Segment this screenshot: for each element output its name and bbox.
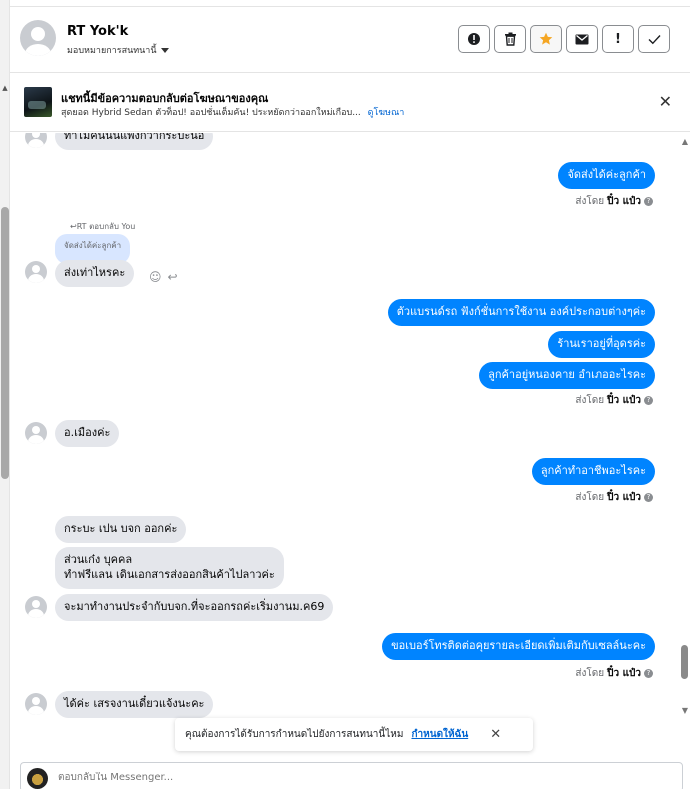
star-button[interactable] bbox=[530, 25, 562, 53]
reply-composer bbox=[20, 762, 683, 789]
avatar bbox=[25, 422, 47, 444]
message-outgoing[interactable]: จัดส่งได้ค่ะลูกค้า bbox=[558, 162, 655, 189]
message-incoming[interactable]: อ.เมืองค่ะ bbox=[55, 420, 120, 447]
message-outgoing[interactable]: ขอเบอร์โทรติดต่อคุยรายละเอียดเพิ่มเติมกั… bbox=[382, 633, 655, 660]
star-icon bbox=[539, 32, 553, 45]
message-actions: ☺ ↩ bbox=[149, 270, 178, 284]
mark-spam-button[interactable] bbox=[458, 25, 490, 53]
mark-done-button[interactable] bbox=[638, 25, 670, 53]
message-incoming[interactable]: จะมาทำงานประจำกับบจก.ที่จะออกรถค่ะเริ่มง… bbox=[55, 594, 334, 621]
message-line: ส่วนเก๋ง บุคคล bbox=[64, 553, 133, 566]
ad-description: สุดยอด Hybrid Sedan ตัวท็อป! ออปชั่นเต็ม… bbox=[61, 108, 361, 118]
sent-by-label: ส่งโดย ปิ๋ว แป๋ว? bbox=[575, 666, 653, 681]
assign-notice: คุณต้องการได้รับการกำหนดไปยังการสนทนานี้… bbox=[175, 718, 533, 751]
contact-name[interactable]: RT Yok'k bbox=[67, 24, 128, 39]
message-outgoing[interactable]: ตัวแบรนด์รถ ฟังก์ชั่นการใช้งาน องค์ประกอ… bbox=[387, 299, 655, 326]
reply-arrow-icon: ↩ bbox=[70, 222, 77, 231]
close-icon[interactable]: ✕ bbox=[659, 92, 672, 111]
ad-reply-banner: แชทนี้มีข้อความตอบกลับต่อโฆษณาของคุณ สุด… bbox=[10, 74, 690, 132]
avatar bbox=[25, 261, 47, 283]
message-incoming[interactable]: ส่วนเก๋ง บุคคล ทำฟรีแลน เดินเอกสารส่งออก… bbox=[55, 547, 284, 589]
contact-avatar[interactable] bbox=[20, 20, 56, 56]
important-button[interactable]: ! bbox=[602, 25, 634, 53]
page-scrollbar-thumb[interactable] bbox=[1, 207, 9, 479]
reply-icon[interactable]: ↩ bbox=[168, 270, 178, 284]
sent-by-label: ส่งโดย ปิ๋ว แป๋ว? bbox=[575, 490, 653, 505]
header-actions: ! bbox=[458, 25, 670, 53]
smiley-icon[interactable]: ☺ bbox=[149, 270, 162, 284]
ad-thumbnail[interactable] bbox=[24, 87, 52, 117]
message-incoming[interactable]: ได้ค่ะ เสรจงานเดี๋ยวแจ้งนะคะ bbox=[55, 691, 214, 718]
mark-unread-button[interactable] bbox=[566, 25, 598, 53]
exclamation-icon: ! bbox=[615, 31, 621, 47]
avatar bbox=[25, 596, 47, 618]
chat-scroll-down-arrow[interactable]: ▼ bbox=[680, 706, 690, 715]
chat-scroll-up-arrow[interactable]: ▲ bbox=[680, 137, 690, 146]
chevron-down-icon bbox=[160, 47, 169, 53]
chat-scrollbar[interactable] bbox=[680, 133, 690, 720]
page-avatar bbox=[27, 768, 48, 789]
view-ad-link[interactable]: ดูโฆษณา bbox=[368, 108, 405, 118]
message-thread: ทำไมคันนนแพงกวากระบะนอ จัดส่งได้ค่ะลูกค้… bbox=[10, 133, 680, 720]
avatar bbox=[25, 693, 47, 715]
close-icon[interactable]: ✕ bbox=[490, 727, 501, 742]
alert-icon bbox=[468, 33, 480, 45]
message-outgoing[interactable]: ร้านเราอยู่ที่อุดรค่ะ bbox=[548, 331, 655, 358]
ad-banner-text: สุดยอด Hybrid Sedan ตัวท็อป! ออปชั่นเต็ม… bbox=[61, 105, 404, 119]
message-incoming[interactable]: กระบะ เปน บจก ออกค่ะ bbox=[55, 516, 187, 543]
info-icon[interactable]: ? bbox=[644, 396, 653, 405]
mail-icon bbox=[575, 34, 589, 44]
chat-scrollbar-thumb[interactable] bbox=[681, 645, 688, 679]
info-icon[interactable]: ? bbox=[644, 493, 653, 502]
message-outgoing[interactable]: ลูกค้าทำอาชีพอะไรคะ bbox=[531, 458, 655, 485]
sent-by-label: ส่งโดย ปิ๋ว แป๋ว? bbox=[575, 194, 653, 209]
info-icon[interactable]: ? bbox=[644, 669, 653, 678]
assign-label: มอบหมายการสนทนานี้ bbox=[67, 46, 157, 56]
sent-by-label: ส่งโดย ปิ๋ว แป๋ว? bbox=[575, 393, 653, 408]
check-icon bbox=[648, 34, 661, 44]
avatar bbox=[25, 133, 47, 148]
conversation-header: RT Yok'k มอบหมายการสนทนานี้ ! bbox=[10, 6, 690, 73]
reply-label: ↩RT ตอบกลับ You bbox=[70, 222, 136, 231]
message-incoming[interactable]: ทำไมคันนนแพงกวากระบะนอ bbox=[55, 133, 214, 150]
assign-dropdown[interactable]: มอบหมายการสนทนานี้ bbox=[67, 43, 169, 57]
assign-notice-text: คุณต้องการได้รับการกำหนดไปยังการสนทนานี้… bbox=[185, 729, 404, 740]
message-incoming[interactable]: ส่งเท่าไหรคะ bbox=[55, 260, 135, 287]
page-scroll-up-arrow[interactable]: ▲ bbox=[1, 84, 9, 92]
reply-input[interactable] bbox=[58, 772, 658, 783]
info-icon[interactable]: ? bbox=[644, 197, 653, 206]
message-line: ทำฟรีแลน เดินเอกสารส่งออกสินค้าไปลาวค่ะ bbox=[64, 567, 275, 581]
assign-to-me-link[interactable]: กำหนดให้ฉัน bbox=[411, 727, 468, 742]
trash-icon bbox=[504, 32, 516, 46]
delete-button[interactable] bbox=[494, 25, 526, 53]
message-outgoing[interactable]: ลูกค้าอยู่หนองคาย อำเภออะไรคะ bbox=[479, 362, 655, 389]
